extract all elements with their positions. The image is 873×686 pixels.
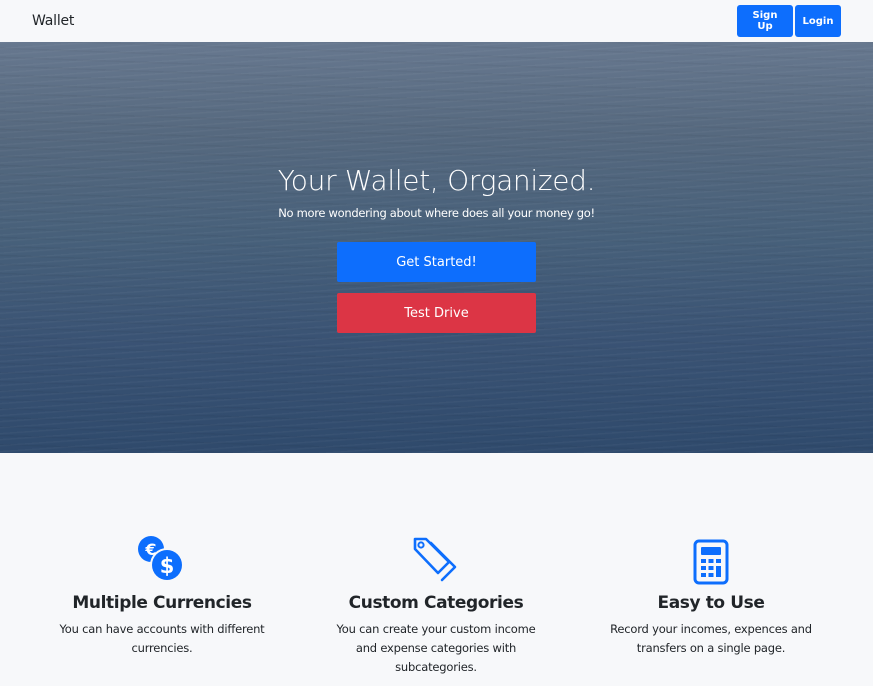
tags-icon — [316, 535, 556, 585]
feature-description: Record your incomes, expences and transf… — [610, 622, 812, 655]
svg-text:$: $ — [160, 554, 175, 578]
hero-title: Your Wallet, Organized. — [277, 164, 596, 197]
brand-link[interactable]: Wallet — [32, 13, 74, 29]
nav-buttons: Sign Up Login — [737, 5, 841, 37]
currency-exchange-icon: € $ — [42, 535, 282, 585]
svg-text:€: € — [144, 540, 156, 559]
hero-section: Your Wallet, Organized. No more wonderin… — [0, 42, 873, 453]
feature-easy-to-use: Easy to Use Record your incomes, expence… — [591, 535, 831, 658]
login-button[interactable]: Login — [795, 5, 841, 37]
feature-title: Easy to Use — [657, 593, 765, 613]
sign-up-button[interactable]: Sign Up — [737, 5, 793, 37]
feature-title: Custom Categories — [348, 593, 524, 613]
get-started-button[interactable]: Get Started! — [337, 242, 536, 282]
hero-subtitle: No more wondering about where does all y… — [278, 206, 595, 220]
feature-title: Multiple Currencies — [72, 593, 252, 613]
feature-description: You can create your custom income and ex… — [336, 622, 536, 674]
feature-multiple-currencies: € $ Multiple Currencies You can have acc… — [42, 535, 282, 658]
calculator-icon — [591, 535, 831, 585]
feature-custom-categories: Custom Categories You can create your cu… — [316, 535, 556, 677]
test-drive-button[interactable]: Test Drive — [337, 293, 536, 333]
feature-description: You can have accounts with different cur… — [59, 622, 265, 655]
navbar: Wallet Sign Up Login — [0, 0, 873, 42]
features-section: € $ Multiple Currencies You can have acc… — [0, 453, 873, 686]
